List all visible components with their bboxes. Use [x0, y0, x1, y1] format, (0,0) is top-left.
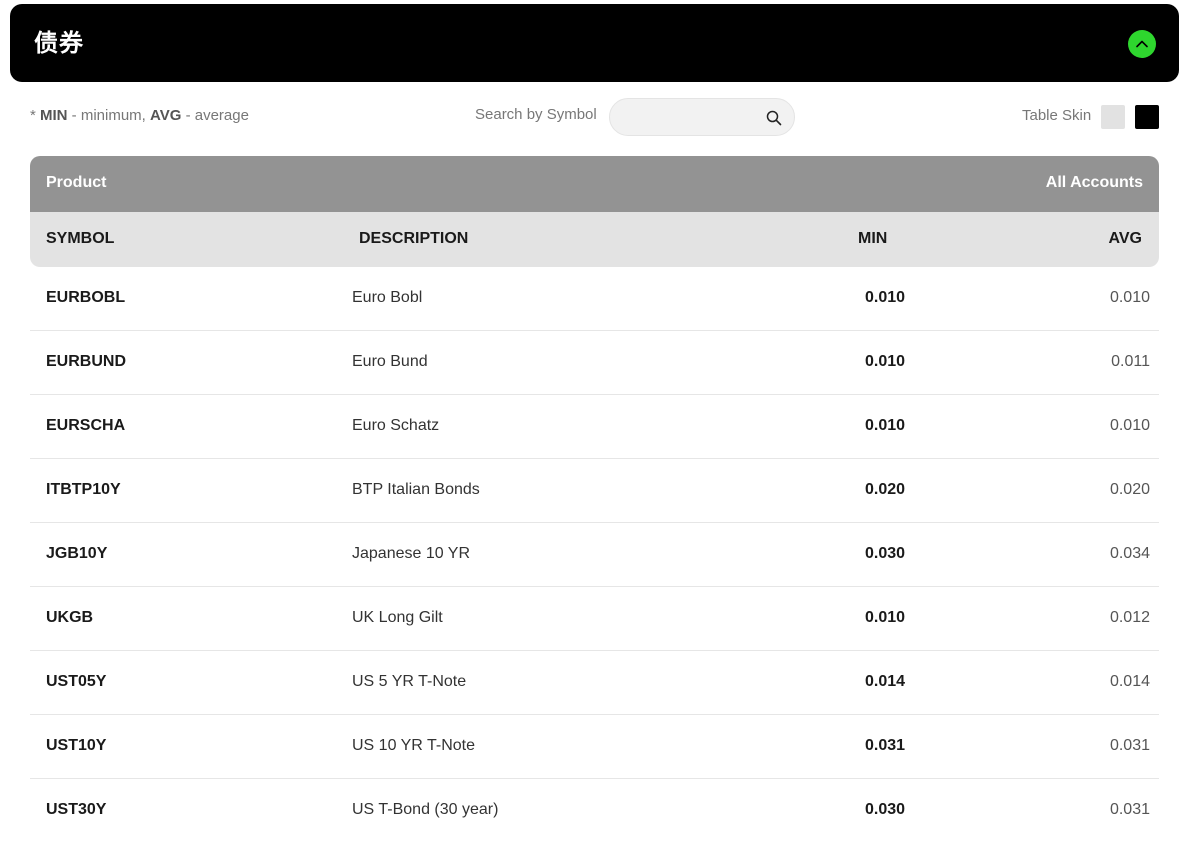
search-icon[interactable] — [766, 110, 782, 126]
table-row: EURSCHA Euro Schatz 0.010 0.010 — [30, 395, 1159, 459]
table-column-header: SYMBOL DESCRIPTION MIN AVG — [30, 212, 1159, 267]
description-cell: Euro Schatz — [352, 417, 440, 434]
description-cell: Euro Bobl — [352, 289, 423, 306]
avg-cell: 0.014 — [1109, 673, 1150, 690]
min-cell: 0.010 — [865, 289, 906, 306]
min-cell: 0.030 — [865, 545, 906, 562]
description-cell: US 10 YR T-Note — [352, 737, 476, 754]
avg-cell: 0.010 — [1109, 289, 1150, 306]
column-header-min: MIN — [858, 230, 888, 247]
avg-cell: 0.031 — [1109, 801, 1150, 818]
search-box[interactable] — [609, 98, 795, 136]
legend-avg-text: - average — [181, 107, 249, 124]
table-row: ITBTP10Y BTP Italian Bonds 0.020 0.020 — [30, 459, 1159, 523]
description-cell: Japanese 10 YR — [352, 545, 471, 562]
description-cell: Euro Bund — [352, 353, 428, 370]
table-row: EURBOBL Euro Bobl 0.010 0.010 — [30, 267, 1159, 331]
description-cell: US T-Bond (30 year) — [352, 801, 499, 818]
avg-cell: 0.012 — [1109, 609, 1150, 626]
avg-cell: 0.011 — [1111, 353, 1150, 370]
symbol-cell: EURBOBL — [46, 289, 126, 306]
search-input[interactable] — [624, 99, 754, 135]
min-cell: 0.030 — [865, 801, 906, 818]
symbol-cell: EURSCHA — [46, 417, 126, 434]
legend-min-text: - minimum, — [67, 107, 151, 124]
description-cell: UK Long Gilt — [352, 609, 443, 626]
min-cell: 0.010 — [865, 417, 906, 434]
min-cell: 0.010 — [865, 609, 906, 626]
min-cell: 0.031 — [865, 737, 906, 754]
product-header: Product — [46, 174, 107, 191]
table-row: UST10Y US 10 YR T-Note 0.031 0.031 — [30, 715, 1159, 779]
legend-avg-key: AVG — [150, 107, 182, 124]
column-header-symbol: SYMBOL — [46, 230, 115, 247]
symbol-cell: UKGB — [46, 609, 94, 626]
section-header[interactable]: 债券 — [10, 4, 1179, 82]
avg-cell: 0.031 — [1109, 737, 1150, 754]
symbol-cell: UST05Y — [46, 673, 107, 690]
section-title: 债券 — [34, 29, 84, 57]
table-row: UKGB UK Long Gilt 0.010 0.012 — [30, 587, 1159, 651]
min-cell: 0.020 — [865, 481, 906, 498]
symbol-cell: UST10Y — [46, 737, 107, 754]
collapse-button[interactable] — [1128, 30, 1156, 58]
pricing-table: Product All Accounts SYMBOL DESCRIPTION … — [30, 156, 1159, 843]
column-header-description: DESCRIPTION — [359, 230, 469, 247]
table-row: EURBUND Euro Bund 0.010 0.011 — [30, 331, 1159, 395]
description-cell: US 5 YR T-Note — [352, 673, 467, 690]
table-group-header: Product All Accounts — [30, 156, 1159, 212]
table-row: UST30Y US T-Bond (30 year) 0.030 0.031 — [30, 779, 1159, 843]
avg-cell: 0.010 — [1109, 417, 1150, 434]
skin-dark-swatch[interactable] — [1135, 105, 1159, 129]
avg-cell: 0.020 — [1109, 481, 1150, 498]
symbol-cell: JGB10Y — [46, 545, 108, 562]
description-cell: BTP Italian Bonds — [352, 481, 480, 498]
search-label: Search by Symbol — [475, 106, 597, 123]
symbol-cell: UST30Y — [46, 801, 107, 818]
avg-cell: 0.034 — [1109, 545, 1150, 562]
column-header-avg: AVG — [1108, 230, 1142, 247]
min-cell: 0.014 — [865, 673, 906, 690]
symbol-cell: EURBUND — [46, 353, 126, 370]
symbol-cell: ITBTP10Y — [46, 481, 121, 498]
all-accounts-header: All Accounts — [1045, 174, 1143, 191]
table-row: UST05Y US 5 YR T-Note 0.014 0.014 — [30, 651, 1159, 715]
legend-prefix: * — [30, 107, 41, 124]
toolbar: * MIN - minimum, AVG - average Search by… — [0, 92, 1193, 140]
skin-light-swatch[interactable] — [1101, 105, 1125, 129]
table-body: EURBOBL Euro Bobl 0.010 0.010 EURBUND Euro Bu… — [30, 267, 1159, 843]
legend-note: * MIN - minimum, AVG - average — [30, 107, 249, 124]
chevron-up-icon — [1136, 40, 1148, 48]
table-row: JGB10Y Japanese 10 YR 0.030 0.034 — [30, 523, 1159, 587]
min-cell: 0.010 — [865, 353, 906, 370]
legend-min-key: MIN — [40, 107, 68, 124]
table-skin-label: Table Skin — [1022, 107, 1092, 124]
